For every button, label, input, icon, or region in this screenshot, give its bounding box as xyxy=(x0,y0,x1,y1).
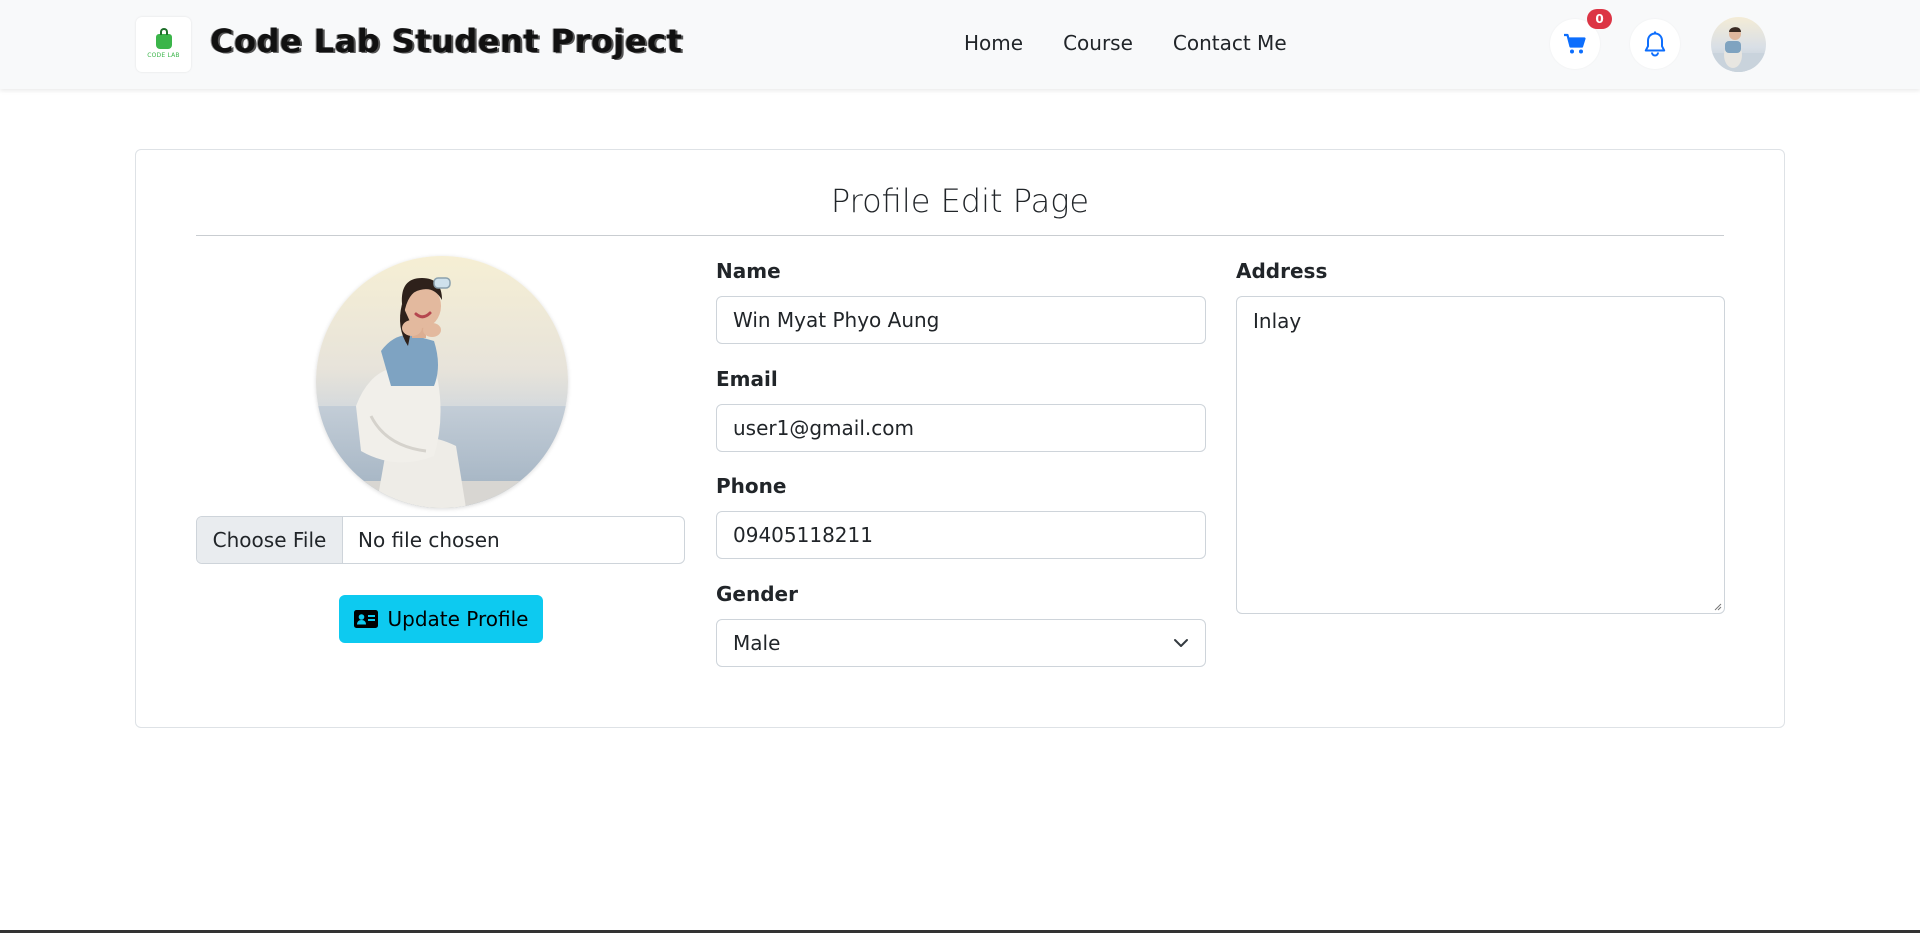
brand-logo[interactable]: CODE LAB xyxy=(136,17,191,72)
email-label: Email xyxy=(716,367,778,391)
gender-label: Gender xyxy=(716,582,798,606)
page-title: Profile Edit Page xyxy=(830,182,1090,220)
logo-text: CODE LAB xyxy=(147,52,180,59)
profile-photo-image xyxy=(316,256,568,508)
profile-edit-card: Profile Edit Page Choose File No file ch… xyxy=(135,149,1785,728)
bell-icon xyxy=(1644,31,1666,57)
address-label: Address xyxy=(1236,259,1328,283)
profile-image-file-input[interactable]: Choose File No file chosen xyxy=(196,516,685,564)
cart-count-badge: 0 xyxy=(1587,9,1612,29)
shopping-cart-icon xyxy=(1564,33,1586,54)
profile-photo xyxy=(316,256,568,508)
avatar-photo xyxy=(1711,17,1766,72)
shopping-bag-logo-icon xyxy=(155,28,172,49)
update-profile-label: Update Profile xyxy=(387,607,529,631)
update-profile-button[interactable]: Update Profile xyxy=(339,595,543,643)
navbar: CODE LAB Code Lab Student Project Home C… xyxy=(0,0,1920,89)
phone-label: Phone xyxy=(716,474,787,498)
name-label: Name xyxy=(716,259,781,283)
file-status-text: No file chosen xyxy=(358,528,500,552)
user-avatar[interactable] xyxy=(1711,17,1766,72)
gender-selected-value: Male xyxy=(733,631,781,655)
nav-links: Home Course Contact Me xyxy=(964,31,1327,55)
email-input[interactable]: user1@gmail.com xyxy=(716,404,1206,452)
nav-link-contact[interactable]: Contact Me xyxy=(1173,31,1287,55)
address-textarea[interactable]: Inlay xyxy=(1236,296,1725,614)
gender-select[interactable]: Male xyxy=(716,619,1206,667)
name-input[interactable]: Win Myat Phyo Aung xyxy=(716,296,1206,344)
brand-title[interactable]: Code Lab Student Project xyxy=(210,22,682,60)
resize-handle-icon[interactable] xyxy=(1712,601,1722,611)
notifications-button[interactable] xyxy=(1630,19,1680,69)
phone-input[interactable]: 09405118211 xyxy=(716,511,1206,559)
nav-link-course[interactable]: Course xyxy=(1063,31,1133,55)
nav-link-home[interactable]: Home xyxy=(964,31,1023,55)
id-card-icon xyxy=(353,610,378,628)
address-value: Inlay xyxy=(1253,309,1302,333)
title-divider xyxy=(196,235,1724,236)
chevron-down-icon xyxy=(1174,639,1188,647)
choose-file-button[interactable]: Choose File xyxy=(197,517,343,563)
